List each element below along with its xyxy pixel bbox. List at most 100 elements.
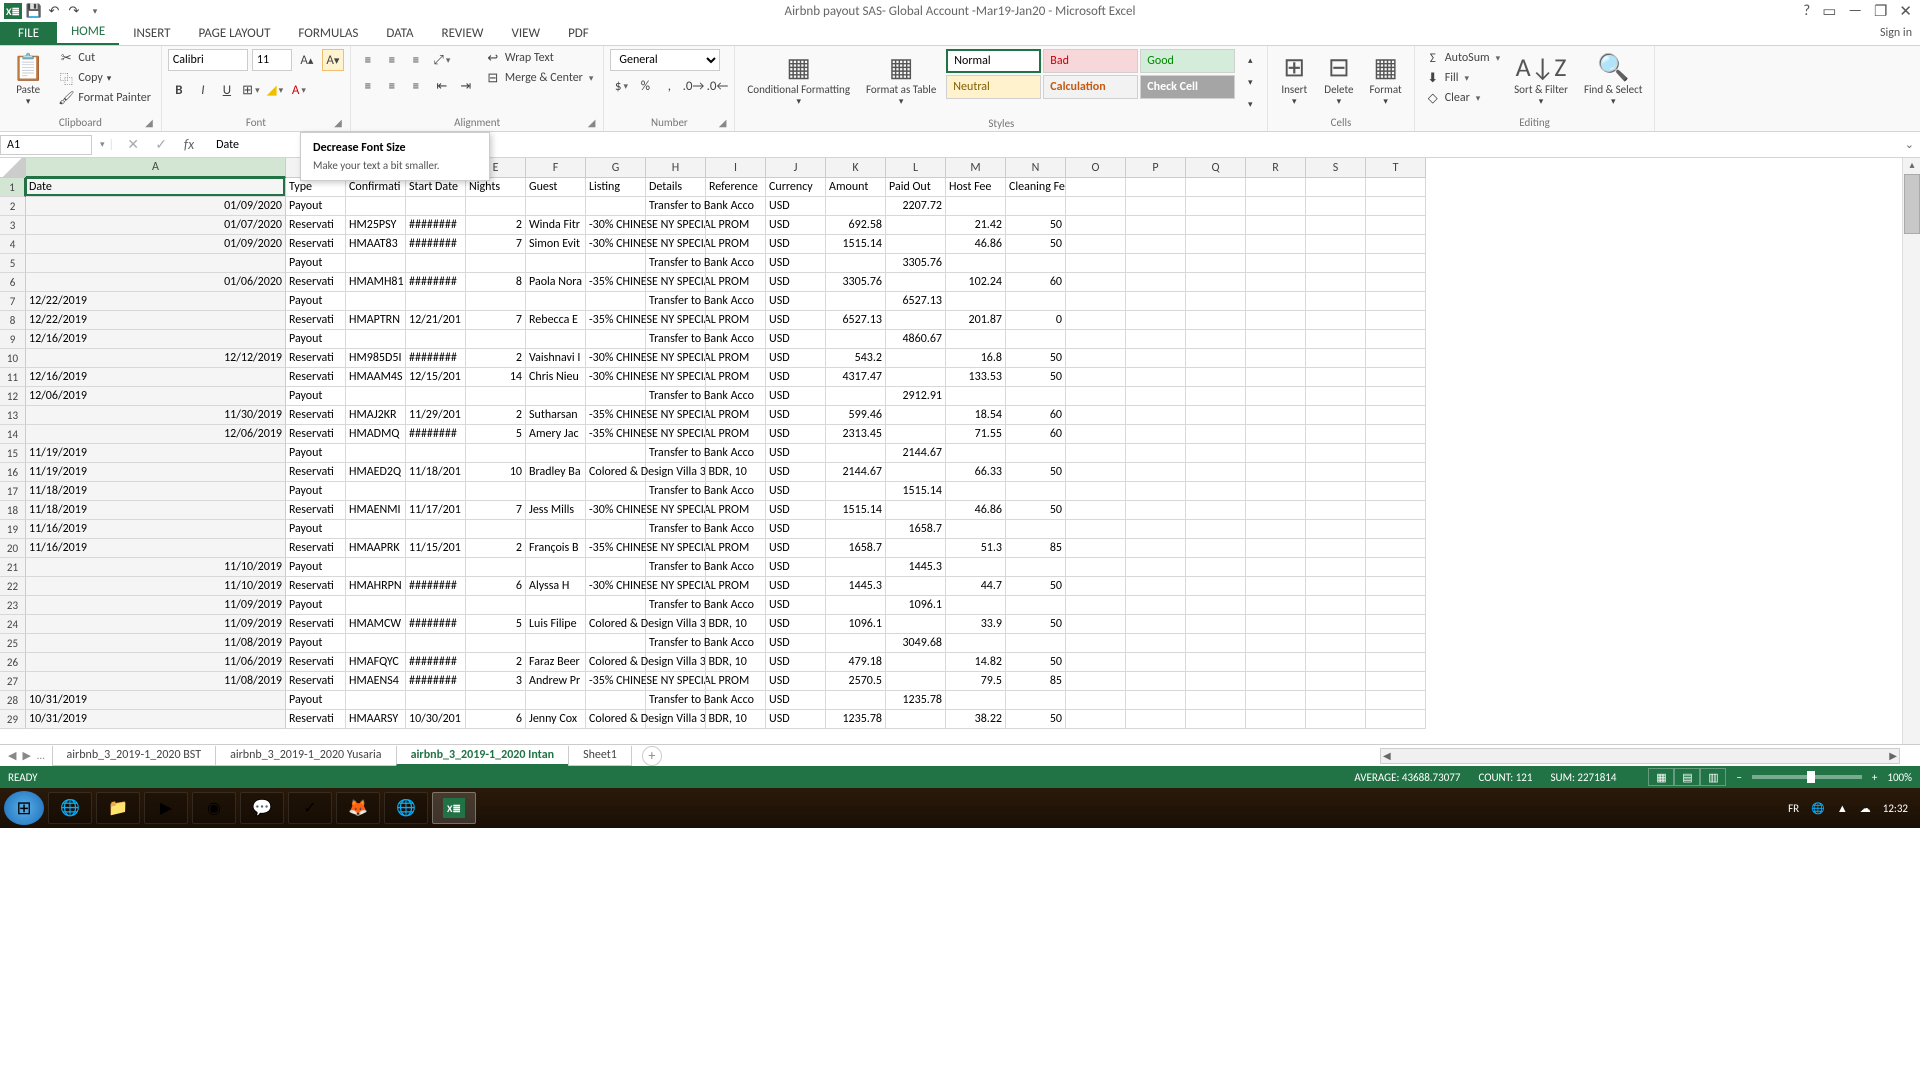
cell[interactable] xyxy=(646,577,706,596)
cell[interactable]: 2 xyxy=(466,539,526,558)
row-header[interactable]: 9 xyxy=(0,330,26,349)
cell[interactable]: 2912.91 xyxy=(886,387,946,406)
column-header[interactable]: K xyxy=(826,158,886,178)
ribbon-tab-review[interactable]: REVIEW xyxy=(428,22,498,45)
cell[interactable] xyxy=(406,387,466,406)
cell[interactable] xyxy=(826,254,886,273)
cell[interactable] xyxy=(886,425,946,444)
style-check-cell[interactable]: Check Cell xyxy=(1140,75,1235,99)
cell[interactable]: HMAAM4S xyxy=(346,368,406,387)
row-header[interactable]: 28 xyxy=(0,691,26,710)
row-header[interactable]: 26 xyxy=(0,653,26,672)
cell[interactable] xyxy=(946,558,1006,577)
row-header[interactable]: 19 xyxy=(0,520,26,539)
cell[interactable]: Transfer to Bank Acco xyxy=(646,520,706,539)
cell[interactable]: 11/09/2019 xyxy=(26,615,286,634)
cell[interactable] xyxy=(1126,235,1186,254)
cell[interactable] xyxy=(466,691,526,710)
column-header[interactable]: L xyxy=(886,158,946,178)
cell[interactable]: 01/07/2020 xyxy=(26,216,286,235)
column-header[interactable]: Q xyxy=(1186,158,1246,178)
cell[interactable] xyxy=(466,520,526,539)
cell[interactable]: 14.82 xyxy=(946,653,1006,672)
cell[interactable] xyxy=(1246,596,1306,615)
fill-button[interactable]: ⬇Fill xyxy=(1421,69,1504,87)
cell[interactable] xyxy=(1306,311,1366,330)
cell[interactable] xyxy=(886,710,946,729)
gallery-more-icon[interactable]: ▾ xyxy=(1239,93,1261,115)
cell[interactable]: 6527.13 xyxy=(826,311,886,330)
cell[interactable] xyxy=(1246,463,1306,482)
cell[interactable]: 2 xyxy=(466,653,526,672)
cell[interactable]: Details xyxy=(646,178,706,197)
cell[interactable] xyxy=(526,197,586,216)
cell[interactable] xyxy=(586,482,646,501)
cell[interactable] xyxy=(526,444,586,463)
cell[interactable]: 1658.7 xyxy=(886,520,946,539)
close-icon[interactable]: ✕ xyxy=(1899,2,1912,21)
find-select-button[interactable]: 🔍Find & Select▾ xyxy=(1578,49,1648,109)
cell[interactable] xyxy=(406,482,466,501)
cell[interactable]: Simon Evit xyxy=(526,235,586,254)
cell[interactable] xyxy=(526,292,586,311)
cell[interactable] xyxy=(1126,539,1186,558)
cell[interactable] xyxy=(946,387,1006,406)
cell[interactable] xyxy=(346,330,406,349)
cell[interactable]: Reference xyxy=(706,178,766,197)
cell[interactable]: 5 xyxy=(466,425,526,444)
cell[interactable] xyxy=(1366,368,1426,387)
cell[interactable]: Reservati xyxy=(286,425,346,444)
cell[interactable] xyxy=(1366,178,1426,197)
cell[interactable]: Payout xyxy=(286,292,346,311)
conditional-formatting-button[interactable]: ▦Conditional Formatting▾ xyxy=(741,49,856,109)
cell[interactable] xyxy=(1066,615,1126,634)
row-header[interactable]: 21 xyxy=(0,558,26,577)
cell[interactable]: USD xyxy=(766,501,826,520)
decrease-font-icon[interactable]: A▾ xyxy=(322,49,344,71)
sheet-tab[interactable]: airbnb_3_2019-1_2020 BST xyxy=(52,746,217,766)
cell[interactable]: Transfer to Bank Acco xyxy=(646,387,706,406)
cell[interactable]: USD xyxy=(766,672,826,691)
cell[interactable]: ######## xyxy=(406,273,466,292)
cell[interactable] xyxy=(346,254,406,273)
cell[interactable] xyxy=(1306,292,1366,311)
sheet-more-icon[interactable]: … xyxy=(37,749,45,762)
row-header[interactable]: 14 xyxy=(0,425,26,444)
tray-cloud-icon[interactable]: ☁ xyxy=(1860,802,1871,815)
align-middle-icon[interactable]: ≡ xyxy=(381,49,403,71)
cell[interactable]: USD xyxy=(766,653,826,672)
ribbon-tab-file[interactable]: FILE xyxy=(0,22,57,45)
cell[interactable]: HMAAT83 xyxy=(346,235,406,254)
cell[interactable]: 12/21/201 xyxy=(406,311,466,330)
cell[interactable] xyxy=(1006,254,1066,273)
style-calculation[interactable]: Calculation xyxy=(1043,75,1138,99)
dialog-launcher-icon[interactable]: ◢ xyxy=(588,116,596,129)
cell[interactable]: -30% CHINESE NY SPECIAL PROM xyxy=(586,349,646,368)
cell[interactable] xyxy=(706,254,766,273)
cell[interactable] xyxy=(706,558,766,577)
cell[interactable]: -30% CHINESE NY SPECIAL PROM xyxy=(586,501,646,520)
cell[interactable]: -35% CHINESE NY SPECIAL PROM xyxy=(586,311,646,330)
cell[interactable]: 11/19/2019 xyxy=(26,463,286,482)
cell[interactable] xyxy=(1366,653,1426,672)
cell[interactable] xyxy=(346,197,406,216)
cell[interactable]: 102.24 xyxy=(946,273,1006,292)
cell[interactable] xyxy=(706,710,766,729)
cell[interactable]: Transfer to Bank Acco xyxy=(646,197,706,216)
cell[interactable]: HMAMCW xyxy=(346,615,406,634)
column-header[interactable]: A xyxy=(26,158,286,178)
cell[interactable]: Reservati xyxy=(286,672,346,691)
cell[interactable] xyxy=(646,273,706,292)
cell[interactable] xyxy=(1306,235,1366,254)
row-header[interactable]: 16 xyxy=(0,463,26,482)
cell[interactable] xyxy=(586,254,646,273)
cell[interactable]: 50 xyxy=(1006,368,1066,387)
cell[interactable]: 50 xyxy=(1006,653,1066,672)
cell[interactable] xyxy=(1186,615,1246,634)
border-button[interactable]: ⊞ xyxy=(240,79,262,101)
cell[interactable] xyxy=(706,520,766,539)
cell[interactable] xyxy=(526,596,586,615)
cell[interactable]: Payout xyxy=(286,482,346,501)
cell[interactable] xyxy=(706,368,766,387)
column-header[interactable]: M xyxy=(946,158,1006,178)
